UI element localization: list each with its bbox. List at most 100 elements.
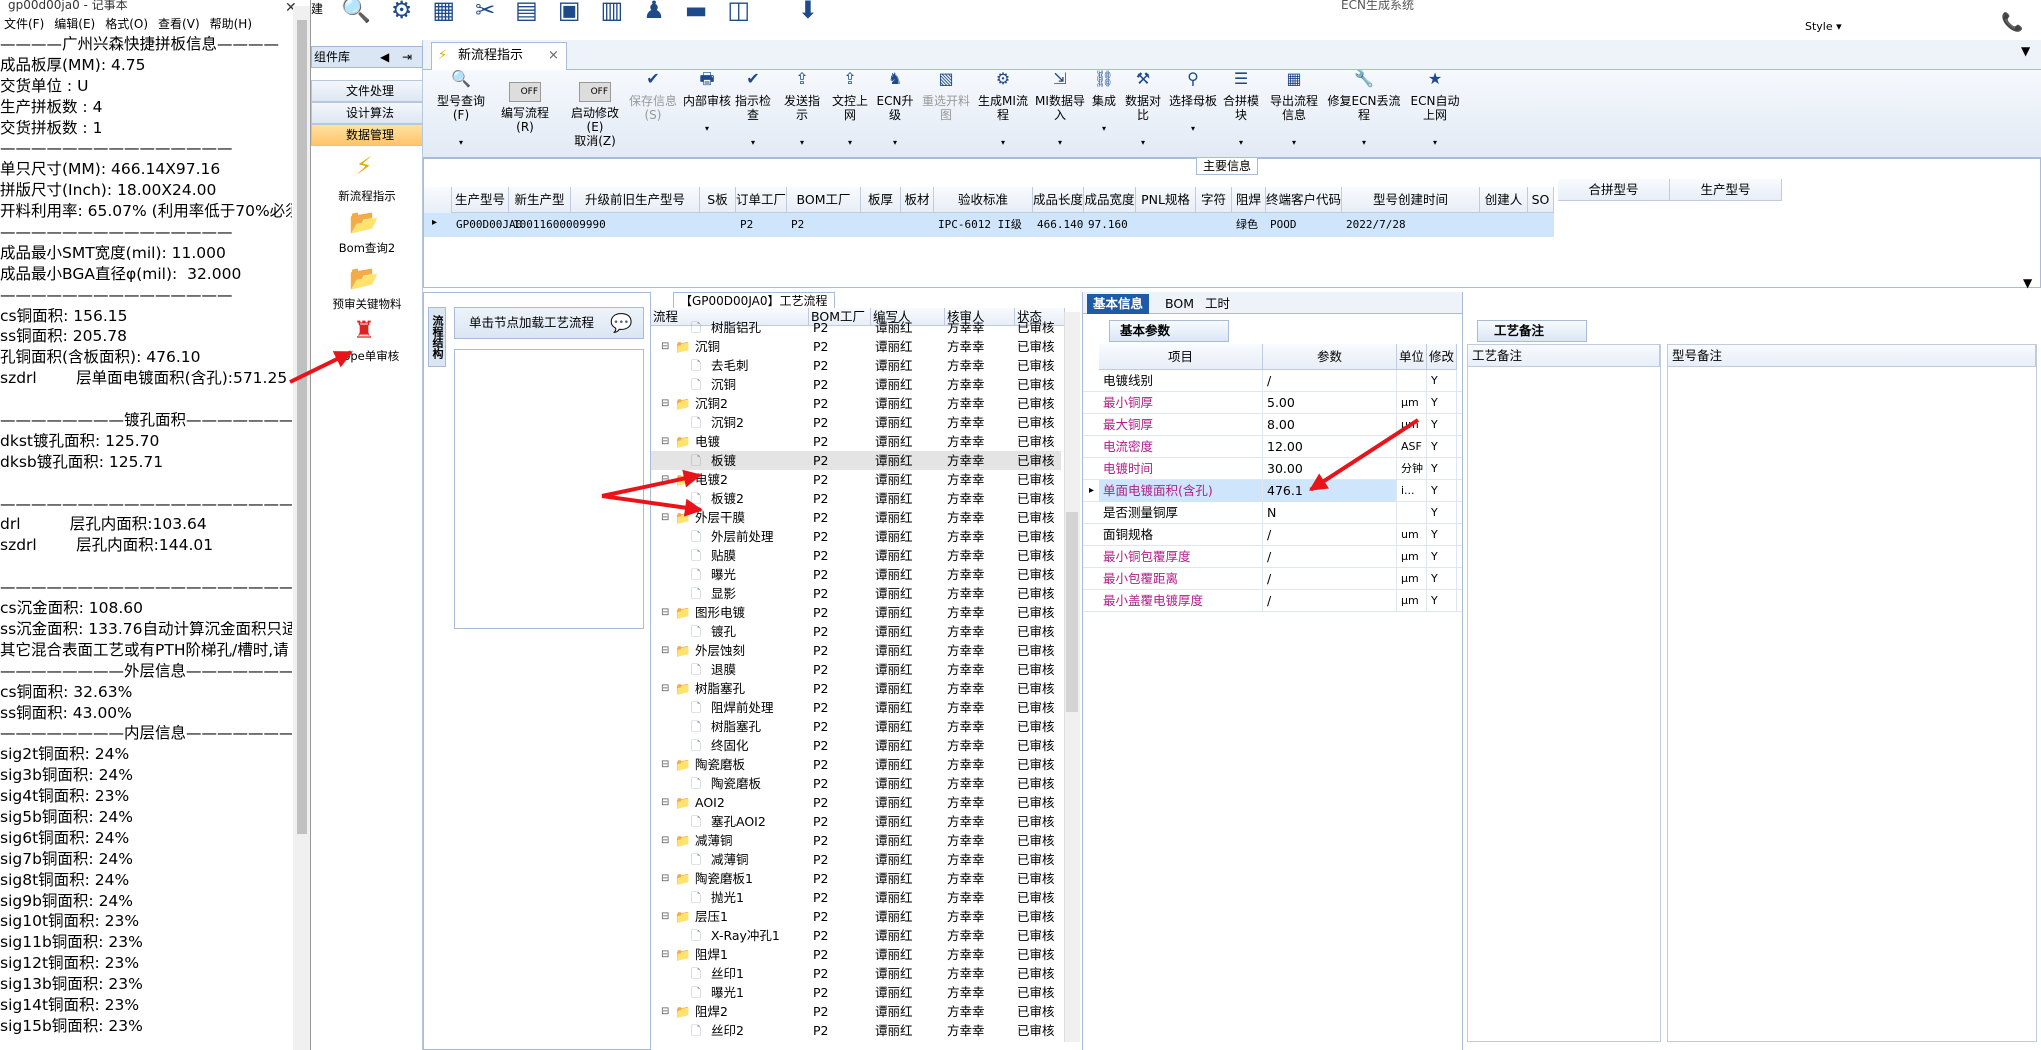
ribbon-button[interactable]: ★ ECN自动上网 ▾: [1405, 71, 1465, 150]
param-value-input[interactable]: /: [1263, 546, 1397, 568]
tree-toggle-icon[interactable]: ⊟: [661, 679, 669, 698]
ribbon-button[interactable]: ⇪ 文控上网 ▾: [829, 71, 871, 150]
param-tab[interactable]: 基本信息: [1087, 294, 1150, 314]
param-value-input[interactable]: N: [1263, 502, 1397, 524]
phone-icon[interactable]: 📞: [2001, 12, 2023, 33]
ribbon-button[interactable]: OFF 启动修改(E) 取消(Z): [563, 72, 627, 148]
param-tab[interactable]: 工时: [1199, 294, 1236, 314]
toolbox-row-design[interactable]: 设计算法: [311, 102, 423, 124]
grid-header[interactable]: PNL规格: [1136, 187, 1196, 213]
style-selector[interactable]: Style ▾: [1805, 20, 1842, 33]
tree-toggle-icon[interactable]: ⊟: [661, 603, 669, 622]
flow-tree-row[interactable]: 🗋 树脂塞孔 P2 谭丽红 方幸幸 已审核: [651, 717, 1061, 736]
flow-tree-row[interactable]: 🗋 显影 P2 谭丽红 方幸幸 已审核: [651, 584, 1061, 603]
grid-header[interactable]: 成品长度: [1033, 187, 1084, 213]
flow-tree-row[interactable]: 🗋 镀孔 P2 谭丽红 方幸幸 已审核: [651, 622, 1061, 641]
tool-new-flow[interactable]: 新流程指示: [311, 188, 423, 204]
grid-cell[interactable]: [861, 213, 901, 237]
folder-icon[interactable]: 📂: [347, 208, 381, 236]
chevron-down-icon[interactable]: ▾: [1405, 136, 1465, 150]
param-column-header[interactable]: 单位: [1397, 344, 1427, 370]
chevron-down-icon[interactable]: ▾: [1327, 136, 1401, 150]
flow-tree-row[interactable]: 🗋 去毛刺 P2 谭丽红 方幸幸 已审核: [651, 356, 1061, 375]
grid-cell[interactable]: GP00D00JA0: [452, 213, 522, 237]
param-column-header[interactable]: 参数: [1263, 344, 1397, 370]
grid-header[interactable]: 阻焊: [1232, 187, 1266, 213]
tree-toggle-icon[interactable]: ⊟: [661, 793, 669, 812]
flow-tree-loader[interactable]: [454, 349, 644, 629]
flow-tree-row[interactable]: 📁 ⊟ 外层蚀刻 P2 谭丽红 方幸幸 已审核: [651, 641, 1061, 660]
grid-cell[interactable]: 绿色: [1232, 213, 1266, 237]
ribbon-button[interactable]: ♞ ECN升级 ▾: [875, 71, 915, 150]
notepad-menu-item[interactable]: 查看(V): [158, 14, 200, 34]
grid-cell[interactable]: P2: [736, 213, 787, 237]
tree-toggle-icon[interactable]: ⊟: [661, 641, 669, 660]
toggle-switch[interactable]: OFF: [579, 82, 611, 102]
flow-tree-row[interactable]: 🗋 X-Ray冲孔1 P2 谭丽红 方幸幸 已审核: [651, 926, 1061, 945]
tool-bom-query[interactable]: Bom查询2: [311, 240, 423, 256]
param-column-header[interactable]: 修改: [1427, 344, 1457, 370]
flow-tree-row[interactable]: 📁 ⊟ 陶瓷磨板1 P2 谭丽红 方幸幸 已审核: [651, 869, 1061, 888]
param-row[interactable]: 电镀时间 30.00 分钟 Y: [1083, 458, 1463, 480]
flow-tree-row[interactable]: 🗋 曝光 P2 谭丽红 方幸幸 已审核: [651, 565, 1061, 584]
flow-tree-row[interactable]: 🗋 树脂铝孔 P2 谭丽红 方幸幸 已审核: [651, 318, 1061, 337]
folder-icon[interactable]: 📂: [347, 264, 381, 292]
param-value-input[interactable]: 8.00: [1263, 414, 1397, 436]
tree-toggle-icon[interactable]: ⊟: [661, 394, 669, 413]
flow-tree-row[interactable]: 📁 ⊟ 图形电镀 P2 谭丽红 方幸幸 已审核: [651, 603, 1061, 622]
grid-cell[interactable]: 2022/7/28: [1342, 213, 1480, 237]
chevron-down-icon[interactable]: ▾: [731, 136, 775, 150]
flow-tree-row[interactable]: 🗋 塞孔AOI2 P2 谭丽红 方幸幸 已审核: [651, 812, 1061, 831]
flow-tree-row[interactable]: 📁 ⊟ 外层干膜 P2 谭丽红 方幸幸 已审核: [651, 508, 1061, 527]
ribbon-button[interactable]: ⇲ MI数据导入 ▾: [1033, 71, 1087, 150]
ribbon-button[interactable]: ⚲ 选择母板 ▾: [1169, 71, 1217, 136]
ribbon-button[interactable]: 🔧 修复ECN丢流程 ▾: [1327, 71, 1401, 150]
ribbon-button[interactable]: ✔ 保存信息(S): [627, 71, 679, 123]
tree-toggle-icon[interactable]: ⊟: [661, 869, 669, 888]
ribbon-button[interactable]: ▧ 重选开料图: [919, 71, 973, 123]
flow-tree-row[interactable]: 📁 ⊟ 层压1 P2 谭丽红 方幸幸 已审核: [651, 907, 1061, 926]
flow-tree-row[interactable]: 🗋 曝光1 P2 谭丽红 方幸幸 已审核: [651, 983, 1061, 1002]
flow-tree-row[interactable]: 🗋 抛光1 P2 谭丽红 方幸幸 已审核: [651, 888, 1061, 907]
grid-cell[interactable]: [1196, 213, 1232, 237]
toolbar-icons[interactable]: 🔍⚙▦✂▤▣▥♟▬◫ ⬇: [341, 0, 838, 24]
toolbox-row-file[interactable]: 文件处理: [311, 80, 423, 102]
tab-process-remarks[interactable]: 工艺备注: [1477, 320, 1587, 342]
tree-toggle-icon[interactable]: ⊟: [661, 337, 669, 356]
flow-tree-row[interactable]: 🗋 板镀 P2 谭丽红 方幸幸 已审核: [651, 451, 1061, 470]
chevron-down-icon[interactable]: ▾: [1033, 136, 1087, 150]
flow-tree-row[interactable]: 🗋 外层前处理 P2 谭丽红 方幸幸 已审核: [651, 527, 1061, 546]
flow-tree-row[interactable]: 🗋 沉铜2 P2 谭丽红 方幸幸 已审核: [651, 413, 1061, 432]
flow-tree-row[interactable]: 📁 ⊟ 减薄铜 P2 谭丽红 方幸幸 已审核: [651, 831, 1061, 850]
notepad-text-area[interactable]: ————广州兴森快捷拼板信息———— 成品板厚(MM): 4.75 交货单位 : U…: [0, 34, 292, 1044]
grid-header[interactable]: 生产型号: [452, 187, 509, 213]
chevron-down-icon[interactable]: ▾: [683, 122, 731, 136]
grid-cell[interactable]: [1528, 213, 1554, 237]
notepad-menu-item[interactable]: 帮助(H): [210, 14, 252, 34]
param-value-input[interactable]: 5.00: [1263, 392, 1397, 414]
param-column-header[interactable]: 项目: [1099, 344, 1263, 370]
flow-tree-row[interactable]: 📁 ⊟ 沉铜 P2 谭丽红 方幸幸 已审核: [651, 337, 1061, 356]
param-value-input[interactable]: /: [1263, 524, 1397, 546]
tree-toggle-icon[interactable]: ⊟: [661, 831, 669, 850]
tree-toggle-icon[interactable]: ⊟: [661, 432, 669, 451]
grid-header[interactable]: 型号创建时间: [1342, 187, 1480, 213]
flow-tree-row[interactable]: 📁 ⊟ 电镀 P2 谭丽红 方幸幸 已审核: [651, 432, 1061, 451]
flow-tree-row[interactable]: 📁 ⊟ AOI2 P2 谭丽红 方幸幸 已审核: [651, 793, 1061, 812]
collapse-arrow-icon[interactable]: ◀: [380, 47, 389, 67]
flow-tree-row[interactable]: 🗋 贴膜 P2 谭丽红 方幸幸 已审核: [651, 546, 1061, 565]
pin-icon[interactable]: ⇥: [402, 47, 412, 67]
flow-tree-row[interactable]: 🗋 减薄铜 P2 谭丽红 方幸幸 已审核: [651, 850, 1061, 869]
toggle-switch[interactable]: OFF: [509, 82, 541, 102]
grid-cell[interactable]: [901, 213, 934, 237]
grid-cell[interactable]: [571, 213, 700, 237]
grid-header[interactable]: 验收标准: [934, 187, 1033, 213]
param-value-input[interactable]: 476.1: [1263, 480, 1397, 502]
flow-tree-row[interactable]: 🗋 板镀2 P2 谭丽红 方幸幸 已审核: [651, 489, 1061, 508]
tree-toggle-icon[interactable]: ⊟: [661, 1002, 669, 1021]
param-tab[interactable]: BOM: [1159, 294, 1200, 314]
chevron-down-icon[interactable]: ▾: [1221, 136, 1261, 150]
flow-tree-row[interactable]: 🗋 阻焊前处理 P2 谭丽红 方幸幸 已审核: [651, 698, 1061, 717]
param-value-input[interactable]: /: [1263, 568, 1397, 590]
param-row[interactable]: 最小铜厚 5.00 μm Y: [1083, 392, 1463, 414]
